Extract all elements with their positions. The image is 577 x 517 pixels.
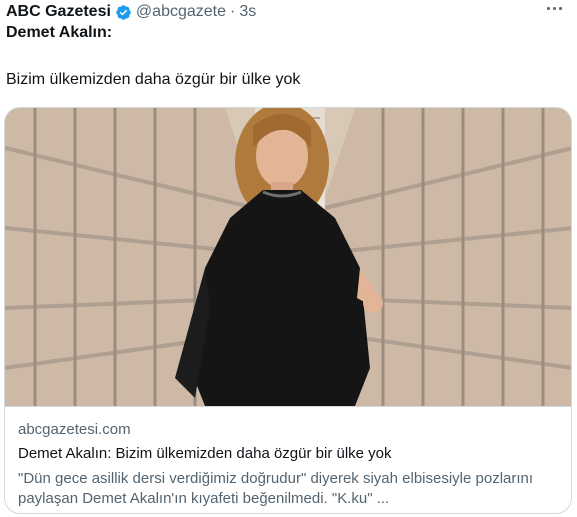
link-preview-meta: abcgazetesi.com Demet Akalın: Bizim ülke… <box>5 406 571 513</box>
author-display-name[interactable]: ABC Gazetesi <box>6 3 111 21</box>
link-preview-card[interactable]: abcgazetesi.com Demet Akalın: Bizim ülke… <box>4 107 572 514</box>
link-title[interactable]: Demet Akalın: Bizim ülkemizden daha özgü… <box>18 445 392 462</box>
more-dot <box>547 7 550 10</box>
more-dot <box>559 7 562 10</box>
tweet-quote-text: Bizim ülkemizden daha özgür bir ülke yok <box>6 71 301 88</box>
more-options-icon[interactable] <box>547 5 565 11</box>
link-description: "Dün gece asillik dersi verdiğimiz doğru… <box>18 470 534 507</box>
more-dot <box>553 7 556 10</box>
tweet-timestamp[interactable]: 3s <box>239 3 256 21</box>
tweet-lead-text: Demet Akalın: <box>6 24 113 41</box>
link-preview-photo[interactable] <box>5 108 571 406</box>
verified-badge-icon <box>116 4 131 20</box>
link-domain[interactable]: abcgazetesi.com <box>18 421 131 438</box>
link-preview-photo-svg <box>5 108 571 406</box>
author-handle[interactable]: @abcgazete <box>136 3 226 21</box>
separator-dot: · <box>230 3 236 20</box>
tweet-header: ABC Gazetesi @abcgazete · 3s <box>6 1 577 23</box>
